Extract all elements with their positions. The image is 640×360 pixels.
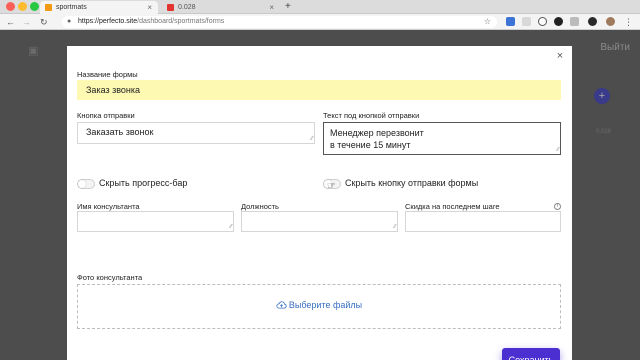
hide-submit-toggle-row[interactable]: Скрыть кнопку отправки формы <box>323 178 563 191</box>
info-icon[interactable]: i <box>554 203 561 210</box>
extension-settings-icon[interactable] <box>588 17 597 26</box>
bookmark-star-icon[interactable]: ☆ <box>484 16 491 28</box>
address-bar[interactable]: ● https://perfecto.site/dashboard/sportm… <box>62 16 497 28</box>
submit-button-text-input[interactable]: Заказать звонок ∕∕ <box>77 122 315 144</box>
second-tab-favicon-icon <box>167 4 174 11</box>
resize-handle-icon[interactable]: ∕∕ <box>230 224 232 230</box>
text-under-button-textarea[interactable]: Менеджер перезвонит в течение 15 минут ∕… <box>323 122 561 155</box>
lock-icon: ● <box>67 18 72 25</box>
window-minimize-button[interactable] <box>18 2 27 11</box>
hide-submit-label: Скрыть кнопку отправки формы <box>345 178 479 188</box>
sportmats-favicon-icon <box>45 4 52 11</box>
hand-cursor-icon: ☞ <box>327 181 336 192</box>
text-under-button-line1: Менеджер перезвонит <box>330 128 424 138</box>
resize-handle-icon[interactable]: ∕∕ <box>394 224 396 230</box>
extension-circle-icon[interactable] <box>538 17 547 26</box>
tab-title: 0.028 <box>178 4 196 11</box>
page-backdrop: ▣ Выйти + 0.028 × Название формы Заказ з… <box>0 30 640 360</box>
submit-button-text-value: Заказать звонок <box>86 127 154 137</box>
photo-dropzone[interactable]: Выберите файлы <box>77 284 561 329</box>
browser-toolbar: ← → ↻ ● https://perfecto.site/dashboard/… <box>0 14 640 30</box>
position-label: Должность <box>241 202 279 211</box>
window-zoom-button[interactable] <box>30 2 39 11</box>
background-home-icon: ▣ <box>28 45 39 57</box>
background-faint-text: 0.028 <box>596 129 612 135</box>
consultant-name-label: Имя консультанта <box>77 202 140 211</box>
consultant-photo-label: Фото консультанта <box>77 273 143 282</box>
browser-tab-bar: sportmats × 0.028 × + <box>0 0 640 14</box>
submit-button-text-label: Кнопка отправки <box>77 111 135 120</box>
consultant-name-input[interactable]: ∕∕ <box>77 211 234 232</box>
forward-arrow-icon[interactable]: → <box>22 15 31 29</box>
tab-sportmats[interactable]: sportmats × <box>40 1 158 14</box>
browser-menu-icon[interactable]: ⋮ <box>624 15 633 29</box>
window-close-button[interactable] <box>6 2 15 11</box>
extension-grey-icon[interactable] <box>522 17 531 26</box>
close-icon[interactable]: × <box>554 50 566 62</box>
hide-progress-label: Скрыть прогресс-бар <box>99 178 188 188</box>
url-host: https://perfecto.site <box>78 18 138 25</box>
tab-second[interactable]: 0.028 × <box>162 1 280 14</box>
exit-link[interactable]: Выйти <box>600 42 630 53</box>
save-button[interactable]: Сохранить <box>502 348 560 360</box>
tab-title: sportmats <box>56 4 87 11</box>
reload-icon[interactable]: ↻ <box>40 15 48 29</box>
url-path: /dashboard/sportmats/forms <box>137 18 225 25</box>
hide-progress-toggle-row[interactable]: Скрыть прогресс-бар <box>77 178 317 191</box>
close-tab-icon[interactable]: × <box>147 1 152 14</box>
extension-chart-icon[interactable] <box>506 17 515 26</box>
profile-avatar[interactable] <box>606 17 615 26</box>
position-input[interactable]: ∕∕ <box>241 211 398 232</box>
close-tab-icon[interactable]: × <box>269 1 274 14</box>
add-fab-button[interactable]: + <box>594 88 610 104</box>
form-name-label: Название формы <box>77 70 138 79</box>
new-tab-button[interactable]: + <box>285 0 291 13</box>
extension-dark-icon[interactable] <box>554 17 563 26</box>
choose-files-link[interactable]: Выберите файлы <box>289 300 362 310</box>
cloud-upload-icon <box>276 301 287 309</box>
text-under-button-label: Текст под кнопкой отправки <box>323 111 420 120</box>
discount-input[interactable] <box>405 211 561 232</box>
toggle-knob <box>78 180 86 188</box>
hide-progress-toggle[interactable] <box>77 179 95 189</box>
back-arrow-icon[interactable]: ← <box>6 15 15 29</box>
extension-box-icon[interactable] <box>570 17 579 26</box>
text-under-button-line2: в течение 15 минут <box>330 140 411 150</box>
form-settings-modal: × Название формы Заказ звонка Кнопка отп… <box>67 46 572 360</box>
discount-label: Скидка на последнем шаге <box>405 202 500 211</box>
form-name-input[interactable]: Заказ звонка <box>77 80 561 100</box>
resize-handle-icon[interactable]: ∕∕ <box>311 136 313 142</box>
resize-handle-icon[interactable]: ∕∕ <box>557 147 559 153</box>
